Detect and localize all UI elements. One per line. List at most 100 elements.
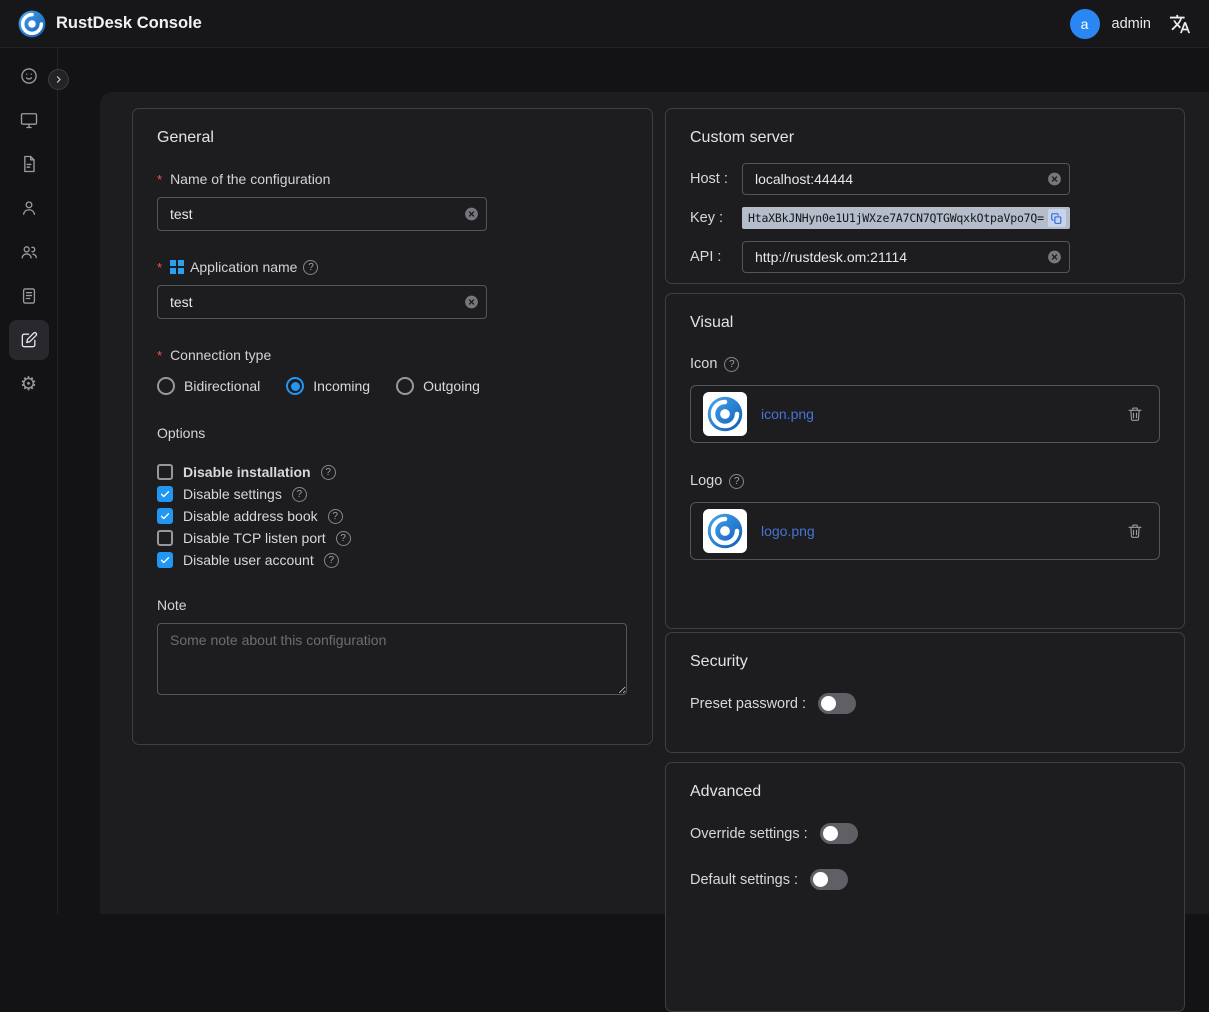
config-name-label: * Name of the configuration [157,171,628,187]
help-icon[interactable]: ? [724,357,739,372]
sidebar-item-dashboard[interactable] [9,56,49,96]
advanced-card: Advanced Override settings : Default set… [665,762,1185,1012]
sidebar-item-users[interactable] [9,188,49,228]
help-icon[interactable]: ? [328,509,343,524]
required-asterisk: * [157,172,162,187]
override-settings-row: Override settings : [690,823,1160,844]
icon-filename-link[interactable]: icon.png [761,406,814,422]
required-asterisk: * [157,260,162,275]
icon-file-row: icon.png [690,385,1160,443]
username[interactable]: admin [1112,16,1152,32]
checkbox-disable-settings[interactable]: Disable settings ? [157,483,628,505]
visual-card: Visual Icon ? icon.png [665,293,1185,629]
default-settings-toggle[interactable] [810,869,848,890]
api-row: API : [690,241,1160,273]
checkbox-disable-tcp-listen-port[interactable]: Disable TCP listen port ? [157,527,628,549]
sidebar-item-logs[interactable] [9,276,49,316]
trash-icon[interactable] [1123,519,1147,543]
gear-icon: ⚙ [20,375,37,394]
radio-outgoing[interactable]: Outgoing [396,377,480,395]
sidebar-item-custom-clients[interactable] [9,320,49,360]
document-icon [19,154,39,174]
api-label: API : [690,249,742,265]
default-settings-row: Default settings : [690,869,1160,890]
help-icon[interactable]: ? [292,487,307,502]
sidebar-expand-button[interactable] [48,69,69,90]
chevron-right-icon [52,73,65,86]
logo-label: Logo ? [690,473,1160,489]
logo-preview [703,509,747,553]
custom-server-title: Custom server [690,129,1160,147]
user-icon [19,198,39,218]
clear-icon[interactable] [1046,171,1063,188]
app-name-label: * Application name ? [157,259,628,275]
options-list: Disable installation ? Disable settings … [157,461,628,571]
preset-password-label: Preset password : [690,696,806,712]
checkbox-checked-icon [157,552,173,568]
key-value[interactable]: HtaXBkJNHyn0e1U1jWXze7A7CN7QTGWqxkOtpaVp… [742,207,1070,229]
users-icon [19,242,39,262]
copy-icon[interactable] [1048,209,1066,227]
logo-filename-link[interactable]: logo.png [761,523,815,539]
trash-icon[interactable] [1123,402,1147,426]
api-input[interactable] [742,241,1070,273]
general-card: General * Name of the configuration * Ap… [132,108,653,745]
monitor-icon [19,110,39,130]
custom-server-card: Custom server Host : Key : HtaXBkJNHyn0e… [665,108,1185,284]
journal-icon [19,286,39,306]
translate-icon[interactable] [1169,13,1191,35]
help-icon[interactable]: ? [729,474,744,489]
checkbox-disable-installation[interactable]: Disable installation ? [157,461,628,483]
note-textarea[interactable] [157,623,627,695]
radio-bidirectional[interactable]: Bidirectional [157,377,260,395]
app-title: RustDesk Console [56,14,202,33]
user-avatar[interactable]: a [1070,9,1100,39]
sidebar-item-groups[interactable] [9,232,49,272]
help-icon[interactable]: ? [324,553,339,568]
config-name-input[interactable] [157,197,487,231]
advanced-card-title: Advanced [690,783,1160,801]
help-icon[interactable]: ? [303,260,318,275]
override-settings-toggle[interactable] [820,823,858,844]
preset-password-row: Preset password : [690,693,1160,714]
connection-type-group: Bidirectional Incoming Outgoing [157,377,628,395]
checkbox-checked-icon [157,508,173,524]
sidebar-item-documents[interactable] [9,144,49,184]
required-asterisk: * [157,348,162,363]
checkbox-icon [157,530,173,546]
icon-label: Icon ? [690,356,1160,372]
radio-selected-icon [286,377,304,395]
clear-icon[interactable] [1046,249,1063,266]
clear-icon[interactable] [463,294,480,311]
default-settings-label: Default settings : [690,872,798,888]
logo-file-row: logo.png [690,502,1160,560]
preset-password-toggle[interactable] [818,693,856,714]
sidebar-item-devices[interactable] [9,100,49,140]
help-icon[interactable]: ? [321,465,336,480]
radio-icon [157,377,175,395]
visual-card-title: Visual [690,314,1160,332]
checkbox-checked-icon [157,486,173,502]
clear-icon[interactable] [463,206,480,223]
help-icon[interactable]: ? [336,531,351,546]
app-header: RustDesk Console a admin [0,0,1209,48]
note-label: Note [157,597,628,613]
smiley-face-icon [19,66,39,86]
host-input[interactable] [742,163,1070,195]
app-name-input[interactable] [157,285,487,319]
main-content: General * Name of the configuration * Ap… [100,92,1209,914]
checkbox-disable-address-book[interactable]: Disable address book ? [157,505,628,527]
host-row: Host : [690,163,1160,195]
checkbox-icon [157,464,173,480]
windows-icon [170,260,184,274]
connection-type-label: * Connection type [157,347,628,363]
override-settings-label: Override settings : [690,826,808,842]
sidebar: ⚙ [0,48,58,914]
security-card-title: Security [690,653,1160,671]
sidebar-item-settings[interactable]: ⚙ [9,364,49,404]
icon-preview [703,392,747,436]
rustdesk-logo-icon [18,10,46,38]
radio-incoming[interactable]: Incoming [286,377,370,395]
checkbox-disable-user-account[interactable]: Disable user account ? [157,549,628,571]
edit-square-icon [19,330,39,350]
